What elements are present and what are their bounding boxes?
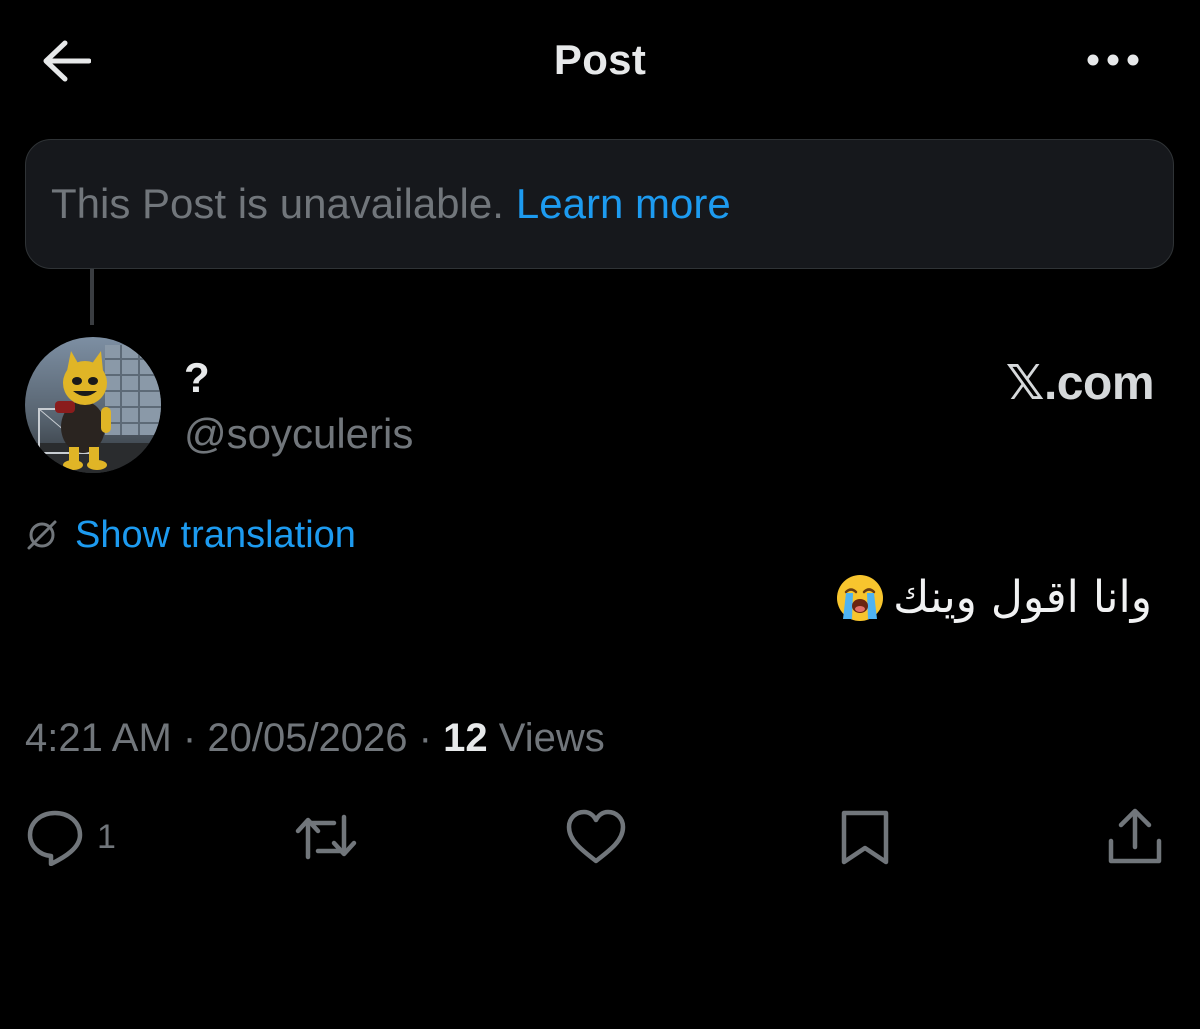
post-time: 4:21 AM [25, 716, 172, 760]
bookmark-button[interactable] [838, 806, 892, 868]
like-button[interactable] [565, 806, 627, 868]
show-translation-button[interactable]: Show translation [25, 510, 356, 560]
thread-connector-line [90, 269, 94, 325]
meta-separator: · [182, 716, 197, 760]
author-display-name[interactable]: ? [184, 354, 210, 402]
globe-slash-icon [27, 520, 57, 550]
share-button[interactable] [1106, 806, 1164, 868]
more-options-button[interactable] [1082, 40, 1144, 80]
post-body: وانا اقول وينك [835, 572, 1152, 623]
reply-icon [27, 810, 83, 866]
share-icon [1108, 808, 1162, 864]
mascot-avatar [25, 337, 161, 473]
notice-text: This Post is unavailable. [51, 180, 504, 227]
bookmark-icon [841, 810, 889, 865]
loudly-crying-face-emoji [837, 574, 884, 621]
repost-icon [295, 814, 357, 860]
post-date: 20/05/2026 [207, 716, 408, 760]
more-horizontal-icon [1087, 54, 1139, 66]
show-translation-label: Show translation [75, 513, 356, 556]
post-text: وانا اقول وينك [893, 572, 1152, 623]
heart-icon [566, 809, 626, 864]
reply-count: 1 [97, 817, 116, 856]
avatar[interactable] [25, 337, 161, 473]
reply-button[interactable]: 1 [25, 806, 116, 868]
watermark-brand: 𝕏.com [1005, 357, 1155, 410]
post-meta: 4:21 AM · 20/05/2026 · 12 Views [25, 716, 605, 761]
views-count[interactable]: 12 [443, 716, 488, 760]
meta-separator: · [418, 716, 432, 760]
learn-more-link[interactable]: Learn more [516, 180, 731, 228]
top-bar: Post [0, 0, 1200, 120]
author-handle[interactable]: @soyculeris [184, 410, 413, 458]
page-title: Post [553, 36, 647, 83]
unavailable-post-notice: This Post is unavailable. Learn more [25, 139, 1174, 269]
views-label: Views [498, 716, 605, 760]
repost-button[interactable] [294, 806, 358, 868]
